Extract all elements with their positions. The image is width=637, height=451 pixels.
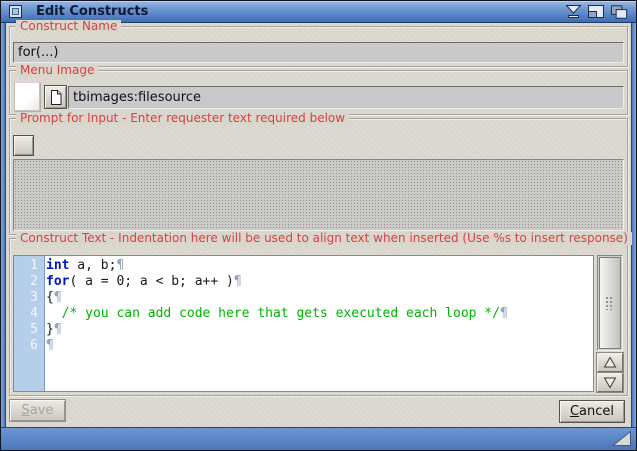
iconify-button[interactable]	[564, 4, 583, 20]
line-number: 5	[14, 322, 46, 338]
save-button[interactable]: Save	[9, 399, 66, 422]
editor-line: 2for( a = 0; a < b; a++ )¶	[14, 274, 593, 290]
editor-line: 5}¶	[14, 322, 593, 338]
menu-image-preview	[14, 82, 40, 111]
prompt-text-area-disabled	[13, 159, 624, 231]
scroll-up-icon	[603, 356, 617, 369]
line-number: 3	[14, 290, 46, 306]
window-border-bottom	[1, 427, 636, 450]
close-icon	[9, 5, 22, 18]
code-text: ¶	[46, 338, 54, 354]
scroll-down-icon	[603, 376, 617, 389]
construct-text-editor[interactable]: 1int a, b;¶2for( a = 0; a < b; a++ )¶3{¶…	[13, 255, 594, 392]
editor-line: 1int a, b;¶	[14, 258, 593, 274]
construct-name-label: Construct Name	[16, 20, 121, 33]
construct-name-input[interactable]	[13, 42, 624, 63]
zoom-button[interactable]	[587, 4, 606, 20]
eol-mark: ¶	[500, 306, 508, 321]
code-text: for( a = 0; a < b; a++ )¶	[46, 274, 242, 290]
eol-mark: ¶	[54, 290, 62, 305]
code-text: }¶	[46, 322, 62, 338]
depth-button[interactable]	[610, 4, 629, 20]
iconify-icon	[564, 4, 583, 19]
editor-line: 3{¶	[14, 290, 593, 306]
code-text: /* you can add code here that gets execu…	[46, 306, 508, 322]
window-border-left	[1, 23, 6, 427]
eol-mark: ¶	[54, 322, 62, 337]
line-number: 4	[14, 306, 46, 322]
menu-image-group: Menu Image	[9, 70, 628, 115]
construct-text-label: Construct Text - Indentation here will b…	[16, 232, 632, 245]
construct-text-group: Construct Text - Indentation here will b…	[9, 238, 628, 396]
eol-mark: ¶	[116, 258, 124, 273]
eol-mark: ¶	[234, 274, 242, 289]
page-icon	[49, 89, 63, 106]
menu-image-path-input[interactable]	[68, 86, 624, 109]
window-content: Construct Name Menu Image Prompt for Inp…	[7, 24, 630, 426]
zoom-icon	[587, 4, 606, 19]
titlebar-gadgets	[564, 4, 629, 20]
line-number: 1	[14, 258, 46, 274]
scroll-up-button[interactable]	[597, 353, 623, 372]
code-text: int a, b;¶	[46, 258, 124, 274]
edit-constructs-window: Edit Constructs	[0, 0, 637, 451]
editor-scrollbar	[597, 255, 623, 392]
code-text: {¶	[46, 290, 62, 306]
grip-icon	[605, 296, 614, 310]
line-number: 6	[14, 338, 46, 354]
cancel-button[interactable]: Cancel	[559, 400, 625, 423]
construct-name-group: Construct Name	[9, 26, 628, 67]
eol-mark: ¶	[46, 338, 54, 353]
prompt-label: Prompt for Input - Enter requester text …	[16, 112, 349, 125]
editor-line: 6¶	[14, 338, 593, 354]
prompt-group: Prompt for Input - Enter requester text …	[9, 118, 628, 235]
scroll-down-button[interactable]	[597, 373, 623, 392]
resize-handle[interactable]	[612, 431, 632, 447]
scrollbar-track[interactable]	[597, 255, 623, 351]
resize-icon	[612, 431, 632, 447]
window-border-right	[631, 23, 636, 427]
menu-image-label: Menu Image	[16, 64, 98, 77]
line-number: 2	[14, 274, 46, 290]
window-title: Edit Constructs	[36, 4, 148, 19]
close-button[interactable]	[9, 5, 22, 18]
depth-icon	[610, 4, 629, 20]
editor-lines: 1int a, b;¶2for( a = 0; a < b; a++ )¶3{¶…	[14, 258, 593, 354]
prompt-toggle-button[interactable]	[13, 135, 34, 156]
image-file-picker-button[interactable]	[44, 85, 67, 109]
editor-line: 4 /* you can add code here that gets exe…	[14, 306, 593, 322]
scrollbar-thumb[interactable]	[599, 257, 621, 349]
